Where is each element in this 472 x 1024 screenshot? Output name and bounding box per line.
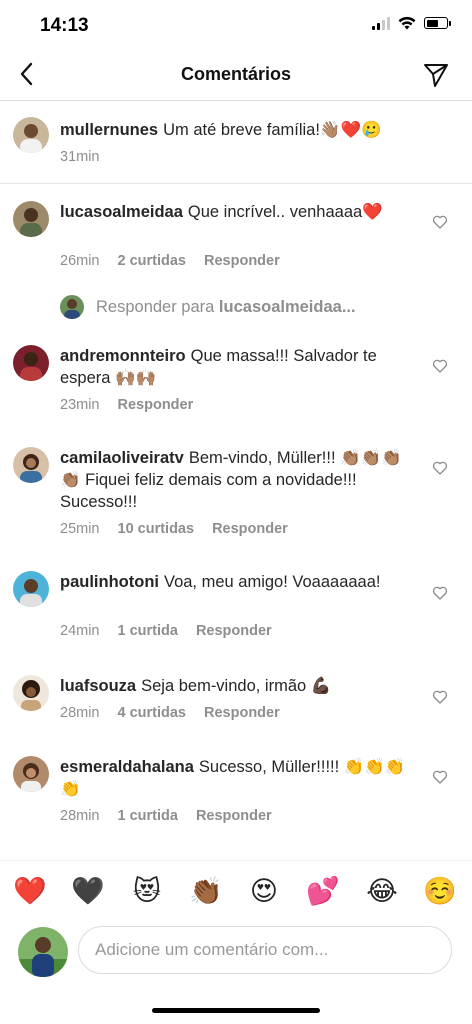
- caption-username[interactable]: mullernunes: [60, 121, 158, 139]
- comment-body: Voa, meu amigo! Voaaaaaaa!: [163, 573, 381, 591]
- heart-icon[interactable]: [432, 769, 448, 785]
- comment-body: Que incrível.. venhaaaa❤️: [187, 203, 383, 221]
- comment-time: 24min: [60, 623, 100, 639]
- status-icons: [372, 16, 451, 30]
- comment-time: 28min: [60, 808, 100, 824]
- avatar[interactable]: [13, 447, 49, 483]
- comment-username[interactable]: camilaoliveiratv: [60, 449, 184, 467]
- comment-composer: Adicione um comentário com...: [0, 920, 472, 1000]
- reply-button[interactable]: Responder: [204, 253, 280, 269]
- reply-button[interactable]: Responder: [196, 808, 272, 824]
- caption-meta: 31min: [60, 149, 100, 165]
- comment-meta: 23min Responder: [60, 397, 193, 413]
- avatar: [60, 295, 84, 319]
- caption-time: 31min: [60, 149, 100, 165]
- comment-meta: 28min 1 curtida Responder: [60, 808, 272, 824]
- smiling-emoji-button[interactable]: ☺️: [423, 875, 457, 909]
- reply-button[interactable]: Responder: [212, 521, 288, 537]
- avatar[interactable]: [13, 117, 49, 153]
- status-bar: 14:13: [0, 0, 472, 50]
- reply-button[interactable]: Responder: [196, 623, 272, 639]
- comment-likes[interactable]: 10 curtidas: [118, 521, 195, 537]
- heart-icon[interactable]: [432, 214, 448, 230]
- comment-text: camilaoliveiratv Bem-vindo, Müller!!! 👏🏽👏…: [60, 447, 410, 513]
- comment-username[interactable]: esmeraldahalana: [60, 758, 194, 776]
- two-hearts-emoji-button[interactable]: 💕: [306, 875, 340, 909]
- comment-text: paulinhotoni Voa, meu amigo! Voaaaaaaa!: [60, 571, 410, 593]
- comment-meta: 26min 2 curtidas Responder: [60, 253, 280, 269]
- red-heart-emoji-button[interactable]: ❤️: [13, 875, 47, 909]
- reply-prompt-username: lucasoalmeidaa...: [218, 297, 356, 316]
- comment-text: lucasoalmeidaa Que incrível.. venhaaaa❤️: [60, 201, 410, 223]
- battery-icon: [424, 17, 451, 29]
- paper-plane-icon[interactable]: [422, 61, 450, 89]
- comment-meta: 28min 4 curtidas Responder: [60, 705, 280, 721]
- heart-icon[interactable]: [432, 460, 448, 476]
- reply-button[interactable]: Responder: [118, 397, 194, 413]
- avatar: [18, 927, 68, 977]
- comment-meta: 25min 10 curtidas Responder: [60, 521, 288, 537]
- comment-time: 28min: [60, 705, 100, 721]
- comment-likes[interactable]: 2 curtidas: [118, 253, 187, 269]
- comment-username[interactable]: lucasoalmeidaa: [60, 203, 183, 221]
- comment-time: 25min: [60, 521, 100, 537]
- clapping-emoji-button[interactable]: 👏🏾: [189, 875, 223, 909]
- avatar[interactable]: [13, 201, 49, 237]
- caption-body: Um até breve família!👋🏽❤️🥲: [163, 121, 382, 139]
- comment-time: 23min: [60, 397, 100, 413]
- comment-input[interactable]: Adicione um comentário com...: [78, 926, 452, 974]
- comment-username[interactable]: paulinhotoni: [60, 573, 159, 591]
- comment-text: esmeraldahalana Sucesso, Müller!!!!! 👏👏👏👏: [60, 756, 410, 800]
- reply-prompt-prefix: Responder para: [96, 297, 215, 316]
- post-caption: mullernunes Um até breve família!👋🏽❤️🥲 31…: [0, 101, 472, 184]
- avatar[interactable]: [13, 675, 49, 711]
- reply-prompt[interactable]: Responder para lucasoalmeidaa...: [60, 292, 356, 322]
- wifi-icon: [398, 16, 416, 30]
- reply-button[interactable]: Responder: [204, 705, 280, 721]
- cellular-signal-icon: [372, 16, 390, 30]
- comment-time: 26min: [60, 253, 100, 269]
- avatar[interactable]: [13, 756, 49, 792]
- heart-icon[interactable]: [432, 585, 448, 601]
- avatar[interactable]: [13, 345, 49, 381]
- avatar[interactable]: [13, 571, 49, 607]
- heart-eyes-cat-emoji-button[interactable]: 😻: [130, 875, 164, 909]
- clock: 14:13: [40, 15, 89, 36]
- comment-text: luafsouza Seja bem-vindo, irmão 💪🏿: [60, 675, 410, 697]
- comment-likes[interactable]: 1 curtida: [118, 808, 178, 824]
- caption-text: mullernunes Um até breve família!👋🏽❤️🥲: [60, 119, 410, 141]
- page-title: Comentários: [180, 64, 292, 84]
- comment-body: Seja bem-vindo, irmão 💪🏿: [141, 677, 332, 695]
- comment-likes[interactable]: 1 curtida: [118, 623, 178, 639]
- comment-username[interactable]: luafsouza: [60, 677, 136, 695]
- comment-meta: 24min 1 curtida Responder: [60, 623, 272, 639]
- header: Comentários: [0, 52, 472, 101]
- comment-text: andremonnteiro Que massa!!! Salvador te e…: [60, 345, 410, 389]
- home-indicator: [152, 1008, 320, 1013]
- comment-likes[interactable]: 4 curtidas: [118, 705, 187, 721]
- quick-reactions-bar: ❤️ 🖤 😻 👏🏾 😍 💕 😂 ☺️: [0, 860, 472, 921]
- reply-prompt-text: Responder para lucasoalmeidaa...: [96, 298, 356, 317]
- heart-eyes-emoji-button[interactable]: 😍: [247, 875, 281, 909]
- heart-icon[interactable]: [432, 358, 448, 374]
- black-heart-emoji-button[interactable]: 🖤: [71, 875, 105, 909]
- laughing-emoji-button[interactable]: 😂: [365, 875, 399, 909]
- heart-icon[interactable]: [432, 689, 448, 705]
- comment-username[interactable]: andremonnteiro: [60, 347, 186, 365]
